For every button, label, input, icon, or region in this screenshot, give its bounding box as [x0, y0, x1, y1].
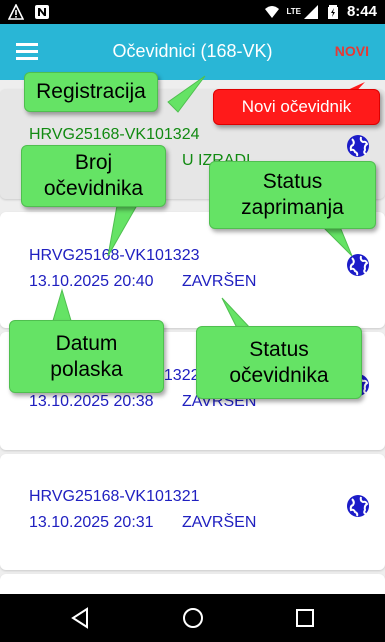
list-item[interactable]: HRVG25168-VK101323 13.10.2025 20:40 ZAVR… — [0, 212, 385, 328]
navigation-bar — [0, 594, 385, 642]
new-record-button[interactable]: NOVI — [335, 43, 369, 59]
record-status: ZAVRŠEN — [182, 514, 257, 531]
record-date: 13.10.2025 20:40 — [29, 273, 154, 290]
recents-square-icon[interactable] — [293, 606, 317, 630]
wifi-icon — [265, 5, 280, 18]
callout-novi-ocevidnik-text: Novi očevidnik — [241, 97, 352, 116]
callout-registracija-text: Registracija — [36, 80, 146, 103]
callout-status-zap-line1: Status — [262, 170, 323, 193]
callout-datum-line1: Datum — [55, 331, 118, 355]
notification-n-icon — [35, 5, 49, 19]
callout-broj-line1: Broj — [74, 151, 113, 174]
status-bar: LTE 8:44 — [0, 0, 385, 24]
callout-datum-polaska: Datum polaska — [9, 320, 164, 393]
record-id: HRVG25168-VK101321 — [29, 488, 200, 505]
signal-icon — [303, 4, 318, 19]
home-circle-icon[interactable] — [181, 606, 205, 630]
record-date: 13.10.2025 20:31 — [29, 514, 154, 531]
record-status: ZAVRŠEN — [182, 273, 257, 290]
callout-status-oce-line2: očevidnika — [229, 363, 329, 387]
warning-icon — [8, 4, 24, 20]
clock: 8:44 — [346, 3, 377, 20]
globe-icon[interactable] — [346, 494, 370, 518]
callout-novi-ocevidnik: Novi očevidnik — [213, 89, 380, 125]
callout-status-zap-line2: zaprimanja — [241, 196, 344, 219]
back-triangle-icon[interactable] — [69, 606, 93, 630]
list-item[interactable]: HRVG25168-VK101321 13.10.2025 20:31 ZAVR… — [0, 454, 385, 570]
page-title: Očevidnici (168-VK) — [112, 41, 273, 61]
battery-icon — [327, 4, 338, 19]
record-id: HRVG25168-VK101324 — [29, 126, 200, 143]
callout-broj-ocevidnika: Broj očevidnika — [21, 145, 166, 207]
callout-status-ocevidnika: Status očevidnika — [196, 326, 362, 399]
record-date: 13.10.2025 20:38 — [29, 393, 154, 410]
globe-icon[interactable] — [346, 253, 370, 277]
globe-icon[interactable] — [346, 134, 370, 158]
callout-registracija: Registracija — [24, 72, 158, 112]
callout-broj-line2: očevidnika — [43, 177, 144, 200]
network-type-label: LTE — [286, 7, 301, 16]
record-id: HRVG25168-VK101323 — [29, 247, 200, 264]
callout-status-oce-line1: Status — [249, 337, 309, 361]
callout-status-zaprimanja: Status zaprimanja — [209, 161, 376, 229]
list-item[interactable] — [0, 574, 385, 594]
callout-datum-line2: polaska — [50, 357, 123, 381]
